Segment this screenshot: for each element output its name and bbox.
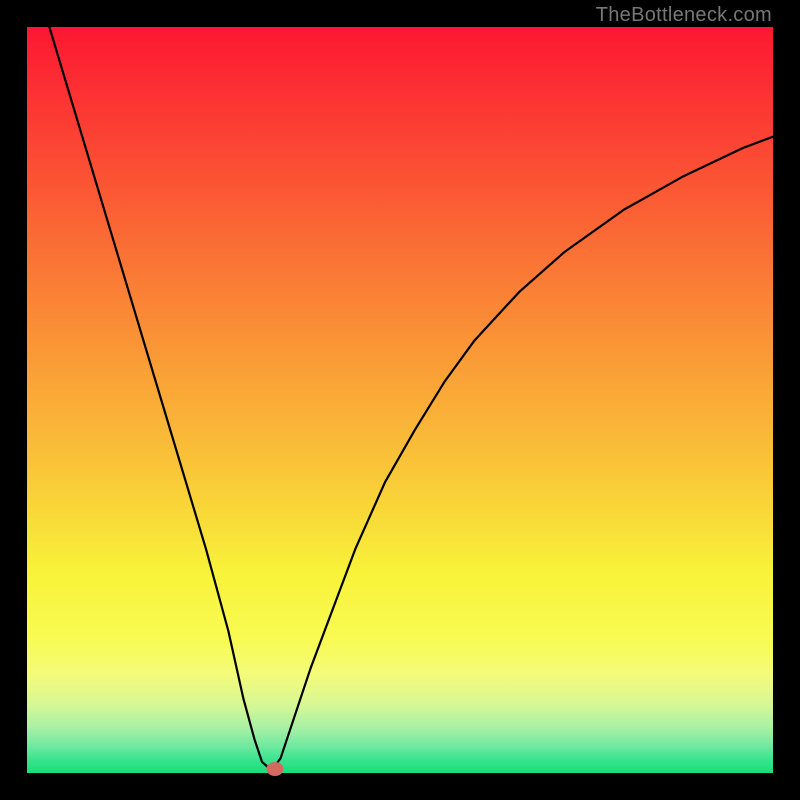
chart-marker: [266, 762, 283, 776]
chart-plot-area: [27, 27, 773, 773]
watermark-text: TheBottleneck.com: [596, 4, 772, 27]
chart-background: [27, 27, 773, 773]
chart-svg: [27, 27, 773, 773]
